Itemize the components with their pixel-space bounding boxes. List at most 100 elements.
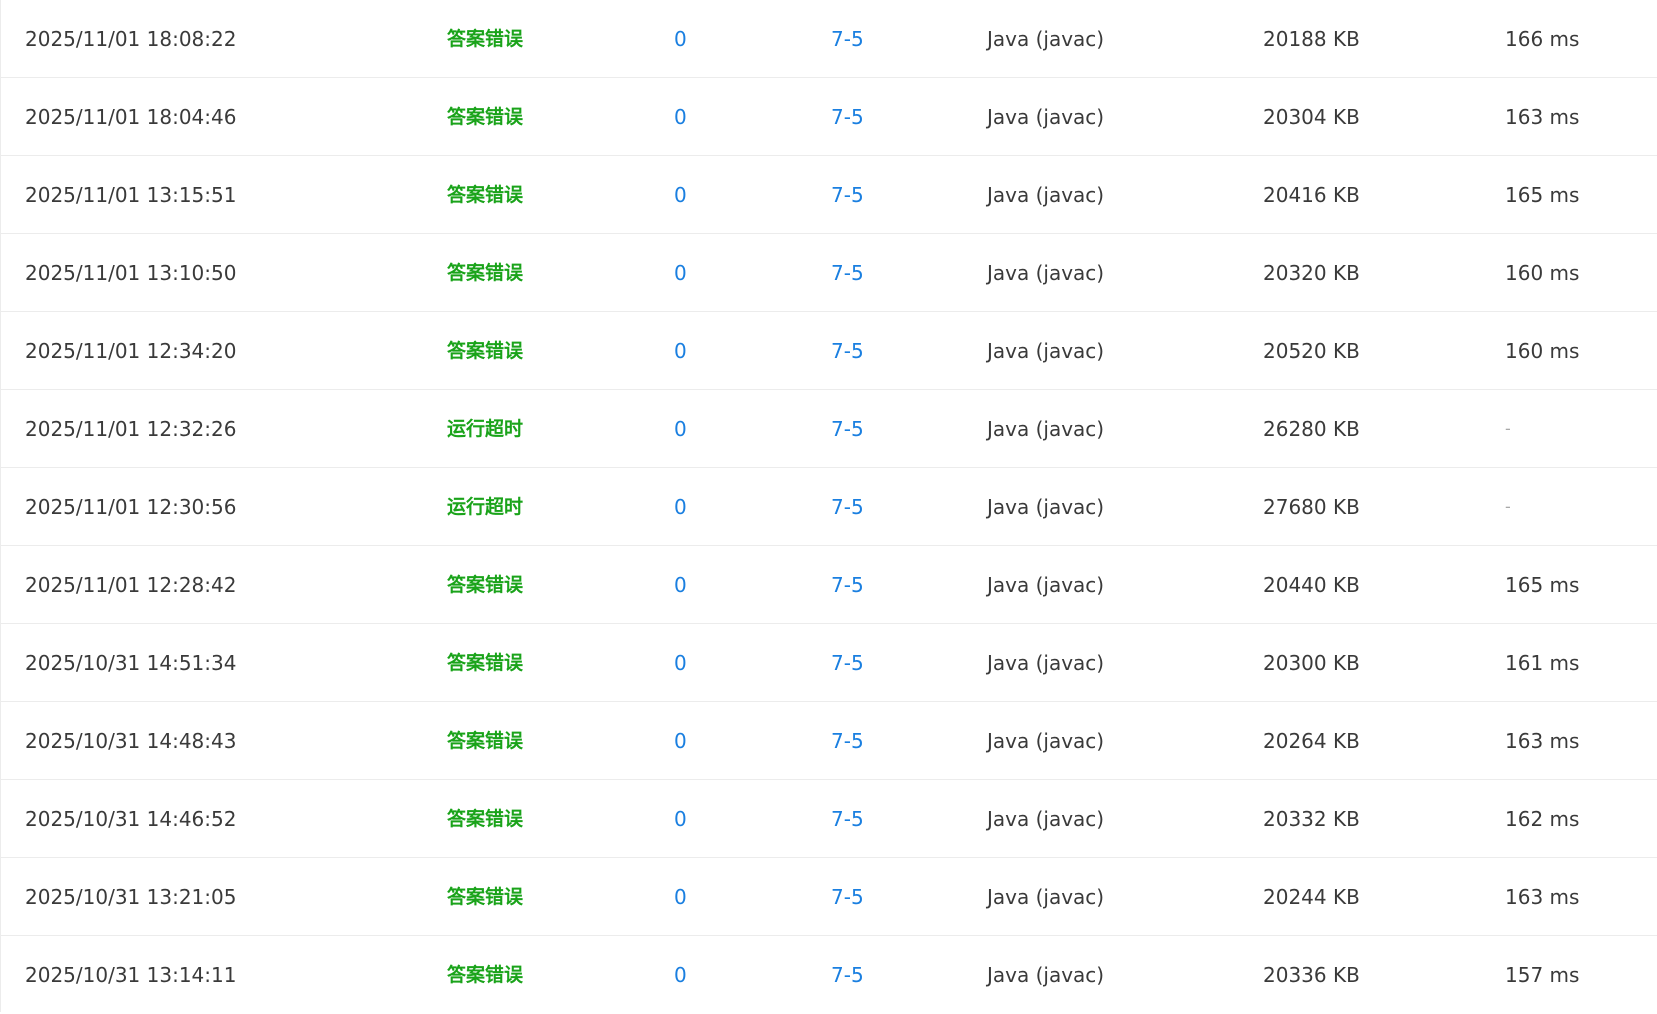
language: Java (javac) [987,339,1105,363]
table-row: 2025/10/31 14:51:34 答案错误 0 7-5 Java (jav… [1,624,1657,702]
problem-link[interactable]: 7-5 [831,390,864,468]
status-badge[interactable]: 答案错误 [447,312,523,390]
submit-time: 2025/11/01 18:08:22 [25,27,237,51]
table-row: 2025/11/01 12:30:56 运行超时 0 7-5 Java (jav… [1,468,1657,546]
memory-usage: 20520 KB [1263,339,1360,363]
submit-time: 2025/11/01 13:15:51 [25,183,237,207]
run-time: 166 ms [1505,27,1580,51]
status-badge[interactable]: 答案错误 [447,156,523,234]
run-time: 163 ms [1505,885,1580,909]
submit-time: 2025/11/01 12:30:56 [25,495,237,519]
table-row: 2025/10/31 13:21:05 答案错误 0 7-5 Java (jav… [1,858,1657,936]
run-time: - [1505,419,1511,438]
table-row: 2025/11/01 13:10:50 答案错误 0 7-5 Java (jav… [1,234,1657,312]
status-badge[interactable]: 答案错误 [447,546,523,624]
score-link[interactable]: 0 [674,390,687,468]
language: Java (javac) [987,105,1105,129]
table-row: 2025/11/01 12:28:42 答案错误 0 7-5 Java (jav… [1,546,1657,624]
status-badge[interactable]: 答案错误 [447,624,523,702]
status-badge[interactable]: 运行超时 [447,390,523,468]
language: Java (javac) [987,183,1105,207]
run-time: 165 ms [1505,183,1580,207]
submit-time: 2025/11/01 12:32:26 [25,417,237,441]
memory-usage: 20320 KB [1263,261,1360,285]
language: Java (javac) [987,963,1105,987]
status-badge[interactable]: 答案错误 [447,0,523,78]
submit-time: 2025/11/01 13:10:50 [25,261,237,285]
problem-link[interactable]: 7-5 [831,780,864,858]
status-badge[interactable]: 答案错误 [447,858,523,936]
table-row: 2025/11/01 12:32:26 运行超时 0 7-5 Java (jav… [1,390,1657,468]
score-link[interactable]: 0 [674,546,687,624]
table-row: 2025/11/01 13:15:51 答案错误 0 7-5 Java (jav… [1,156,1657,234]
submit-time: 2025/11/01 18:04:46 [25,105,237,129]
problem-link[interactable]: 7-5 [831,156,864,234]
problem-link[interactable]: 7-5 [831,468,864,546]
score-link[interactable]: 0 [674,780,687,858]
score-link[interactable]: 0 [674,624,687,702]
run-time: 163 ms [1505,729,1580,753]
problem-link[interactable]: 7-5 [831,546,864,624]
memory-usage: 20264 KB [1263,729,1360,753]
submit-time: 2025/10/31 13:14:11 [25,963,237,987]
language: Java (javac) [987,261,1105,285]
status-badge[interactable]: 答案错误 [447,78,523,156]
submissions-table: 2025/11/01 18:08:22 答案错误 0 7-5 Java (jav… [0,0,1657,1012]
status-badge[interactable]: 答案错误 [447,234,523,312]
memory-usage: 20244 KB [1263,885,1360,909]
score-link[interactable]: 0 [674,78,687,156]
submit-time: 2025/10/31 14:48:43 [25,729,237,753]
memory-usage: 27680 KB [1263,495,1360,519]
memory-usage: 20416 KB [1263,183,1360,207]
table-row: 2025/10/31 13:14:11 答案错误 0 7-5 Java (jav… [1,936,1657,1014]
problem-link[interactable]: 7-5 [831,0,864,78]
table-row: 2025/11/01 18:04:46 答案错误 0 7-5 Java (jav… [1,78,1657,156]
run-time: - [1505,497,1511,516]
score-link[interactable]: 0 [674,156,687,234]
language: Java (javac) [987,417,1105,441]
submit-time: 2025/10/31 14:51:34 [25,651,237,675]
score-link[interactable]: 0 [674,702,687,780]
problem-link[interactable]: 7-5 [831,936,864,1014]
submit-time: 2025/11/01 12:34:20 [25,339,237,363]
status-badge[interactable]: 运行超时 [447,468,523,546]
run-time: 160 ms [1505,261,1580,285]
memory-usage: 20304 KB [1263,105,1360,129]
problem-link[interactable]: 7-5 [831,624,864,702]
language: Java (javac) [987,27,1105,51]
language: Java (javac) [987,807,1105,831]
run-time: 161 ms [1505,651,1580,675]
problem-link[interactable]: 7-5 [831,312,864,390]
table-row: 2025/11/01 12:34:20 答案错误 0 7-5 Java (jav… [1,312,1657,390]
memory-usage: 26280 KB [1263,417,1360,441]
memory-usage: 20440 KB [1263,573,1360,597]
status-badge[interactable]: 答案错误 [447,936,523,1014]
problem-link[interactable]: 7-5 [831,78,864,156]
memory-usage: 20332 KB [1263,807,1360,831]
problem-link[interactable]: 7-5 [831,234,864,312]
status-badge[interactable]: 答案错误 [447,702,523,780]
language: Java (javac) [987,573,1105,597]
status-badge[interactable]: 答案错误 [447,780,523,858]
score-link[interactable]: 0 [674,0,687,78]
score-link[interactable]: 0 [674,858,687,936]
submit-time: 2025/10/31 13:21:05 [25,885,237,909]
table-row: 2025/10/31 14:48:43 答案错误 0 7-5 Java (jav… [1,702,1657,780]
run-time: 165 ms [1505,573,1580,597]
score-link[interactable]: 0 [674,312,687,390]
run-time: 160 ms [1505,339,1580,363]
score-link[interactable]: 0 [674,234,687,312]
submit-time: 2025/10/31 14:46:52 [25,807,237,831]
memory-usage: 20336 KB [1263,963,1360,987]
problem-link[interactable]: 7-5 [831,858,864,936]
memory-usage: 20300 KB [1263,651,1360,675]
table-row: 2025/10/31 14:46:52 答案错误 0 7-5 Java (jav… [1,780,1657,858]
problem-link[interactable]: 7-5 [831,702,864,780]
score-link[interactable]: 0 [674,936,687,1014]
run-time: 157 ms [1505,963,1580,987]
run-time: 163 ms [1505,105,1580,129]
score-link[interactable]: 0 [674,468,687,546]
table-row: 2025/11/01 18:08:22 答案错误 0 7-5 Java (jav… [1,0,1657,78]
language: Java (javac) [987,651,1105,675]
language: Java (javac) [987,885,1105,909]
